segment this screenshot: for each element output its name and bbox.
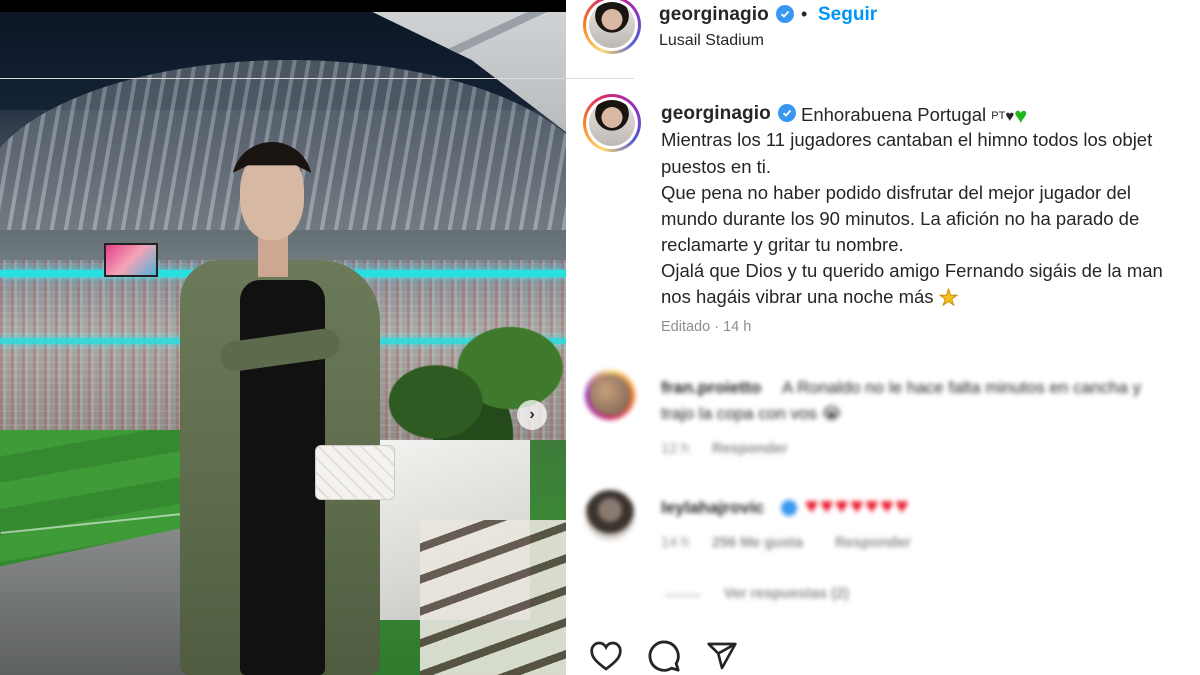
like-icon bbox=[590, 641, 622, 671]
caption-username[interactable]: georginagio bbox=[661, 103, 771, 125]
caption-line: puestos en ti. bbox=[661, 156, 772, 177]
green-heart-icon: ♥ bbox=[1014, 103, 1028, 128]
follow-button[interactable]: Seguir bbox=[818, 4, 877, 26]
view-replies-button[interactable]: Ver respuestas (2) bbox=[724, 586, 849, 602]
caption-line: Mientras los 11 jugadores cantaban el hi… bbox=[661, 129, 1153, 150]
person bbox=[180, 142, 395, 675]
verified-icon bbox=[776, 5, 794, 23]
caption-avatar[interactable] bbox=[583, 94, 641, 152]
comment-avatar[interactable] bbox=[585, 490, 635, 540]
comment-time: 14 h bbox=[661, 535, 690, 551]
heart-emojis: ♥♥♥♥♥♥♥ bbox=[805, 493, 911, 518]
reply-button[interactable]: Responder bbox=[712, 441, 788, 457]
comment-text: trajo la copa con vos 😭 bbox=[661, 404, 842, 423]
header-username[interactable]: georginagio bbox=[659, 4, 769, 26]
verified-icon bbox=[781, 500, 797, 516]
reply-button[interactable]: Responder bbox=[835, 535, 911, 551]
caption-line: Ojalá que Dios y tu querido amigo Fernan… bbox=[661, 260, 1163, 281]
header-divider bbox=[0, 78, 634, 79]
comment-time: 12 h bbox=[661, 441, 690, 457]
stadium-screen bbox=[104, 243, 158, 277]
caption-line: reclamarte y gritar tu nombre. bbox=[661, 234, 904, 255]
comment-username[interactable]: fran.proietto bbox=[661, 378, 761, 398]
photo-top-bar bbox=[0, 0, 566, 12]
caption-line: Que pena no haber podido disfrutar del m… bbox=[661, 182, 1132, 203]
post-photo: › bbox=[0, 0, 566, 675]
handbag bbox=[315, 445, 395, 500]
caption-edited-time: Editado · 14 h bbox=[661, 319, 752, 335]
caption-line: mundo durante los 90 minutos. La afición… bbox=[661, 208, 1140, 229]
share-button[interactable] bbox=[702, 636, 742, 675]
replies-line bbox=[665, 595, 701, 596]
comment-text: A Ronaldo no le hace falta minutos en ca… bbox=[782, 378, 1142, 397]
seats bbox=[420, 520, 566, 675]
separator-dot: • bbox=[801, 4, 808, 24]
black-heart-icon: ♥ bbox=[1005, 108, 1015, 125]
like-button[interactable] bbox=[586, 636, 626, 675]
star-emoji-icon: ★ bbox=[938, 285, 959, 311]
comment-icon bbox=[648, 640, 680, 672]
caption-last-line: nos hagáis vibrar una noche más ★ bbox=[661, 285, 959, 311]
chevron-right-icon: › bbox=[529, 406, 535, 423]
verified-icon bbox=[778, 104, 796, 122]
comment-avatar[interactable] bbox=[585, 370, 635, 420]
comment-button[interactable] bbox=[644, 636, 684, 675]
comment-username[interactable]: leylahajrovic bbox=[661, 498, 764, 518]
caption-first-line: Enhorabuena Portugal PT♥♥ bbox=[801, 103, 1028, 128]
share-icon bbox=[707, 642, 737, 670]
location-link[interactable]: Lusail Stadium bbox=[659, 32, 764, 50]
post-sidebar bbox=[566, 0, 1200, 675]
comment-likes[interactable]: 256 Me gusta bbox=[712, 535, 803, 551]
carousel-next-button[interactable]: › bbox=[517, 400, 547, 430]
flag-text: PT bbox=[991, 110, 1006, 122]
